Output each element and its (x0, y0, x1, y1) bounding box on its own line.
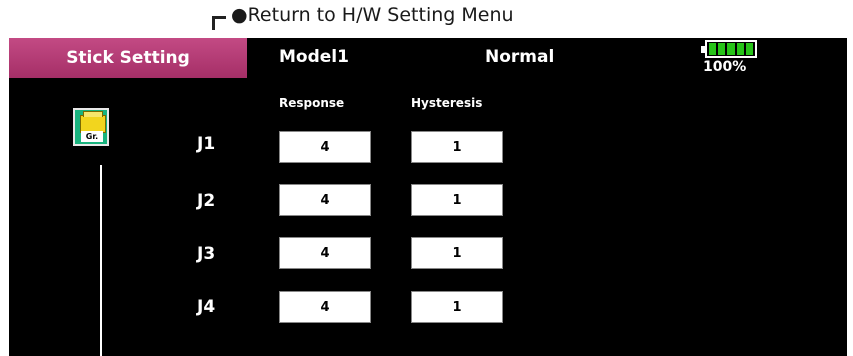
row-label-j3: J3 (197, 244, 216, 264)
battery-percent: 100% (703, 59, 747, 75)
row-label-j4: J4 (197, 297, 216, 317)
hysteresis-button-j4[interactable]: 1 (411, 291, 503, 323)
hysteresis-button-j2[interactable]: 1 (411, 184, 503, 216)
hysteresis-column-header: Hysteresis (411, 96, 483, 110)
battery-icon (701, 40, 757, 58)
hysteresis-button-j3[interactable]: 1 (411, 237, 503, 269)
group-button[interactable]: Gr. (73, 108, 109, 146)
row-label-j2: J2 (197, 191, 216, 211)
transmitter-screen: Stick Setting Model1 Normal 100% Respons… (9, 38, 847, 356)
annotation-bracket (212, 16, 226, 30)
stick-setting-title-button[interactable]: Stick Setting (9, 38, 247, 78)
group-button-label: Gr. (81, 131, 103, 142)
response-button-j2[interactable]: 4 (279, 184, 371, 216)
annotation-return-label: ●Return to H/W Setting Menu (231, 4, 514, 26)
group-callout-line (100, 165, 102, 356)
response-button-j4[interactable]: 4 (279, 291, 371, 323)
condition-name: Normal (485, 47, 555, 67)
response-button-j3[interactable]: 4 (279, 237, 371, 269)
response-column-header: Response (279, 96, 345, 110)
hysteresis-button-j1[interactable]: 1 (411, 131, 503, 163)
model-name: Model1 (279, 47, 349, 67)
row-label-j1: J1 (197, 134, 216, 154)
response-button-j1[interactable]: 4 (279, 131, 371, 163)
